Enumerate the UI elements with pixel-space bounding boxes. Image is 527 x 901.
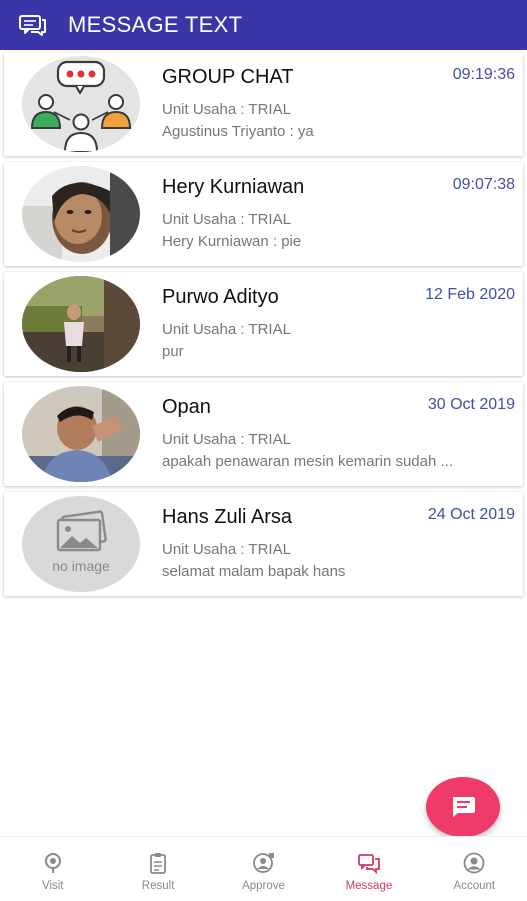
- last-message: apakah penawaran mesin kemarin sudah ...: [162, 453, 454, 470]
- last-message: pur: [162, 343, 184, 360]
- message-time: 30 Oct 2019: [427, 396, 515, 413]
- clipboard-icon: [150, 853, 167, 874]
- last-message: Agustinus Triyanto : ya: [162, 123, 314, 140]
- bottom-navigation: Visit Result Approve Message Account: [0, 836, 527, 901]
- app-bar: MESSAGE TEXT: [0, 0, 527, 50]
- nav-item-approve[interactable]: Approve: [211, 837, 316, 901]
- new-message-icon: [453, 797, 475, 817]
- message-time: 24 Oct 2019: [427, 506, 515, 523]
- nav-label: Account: [453, 880, 496, 892]
- message-time: 09:07:38: [452, 176, 515, 193]
- account-icon: [463, 852, 485, 874]
- last-message: Hery Kurniawan : pie: [162, 233, 302, 250]
- nav-label: Message: [345, 880, 393, 892]
- contact-name: Hans Zuli Arsa: [162, 506, 293, 528]
- message-icon: [358, 854, 380, 874]
- nav-item-message[interactable]: Message: [316, 837, 421, 901]
- conversation-item[interactable]: Hery Kurniawan 09:07:38 Unit Usaha : TRI…: [4, 162, 523, 266]
- page-title: MESSAGE TEXT: [68, 12, 243, 37]
- unit-label: Unit Usaha : TRIAL: [162, 541, 291, 558]
- contact-name: Purwo Adityo: [162, 286, 279, 308]
- new-message-button[interactable]: [426, 777, 500, 837]
- nav-item-result[interactable]: Result: [105, 837, 210, 901]
- message-time: 09:19:36: [452, 66, 515, 83]
- approve-user-icon: [252, 853, 274, 873]
- user-photo: [22, 386, 140, 482]
- conversation-item[interactable]: Opan 30 Oct 2019 Unit Usaha : TRIAL apak…: [4, 382, 523, 486]
- nav-item-account[interactable]: Account: [422, 837, 527, 901]
- group-chat-avatar: [22, 56, 140, 152]
- unit-label: Unit Usaha : TRIAL: [162, 431, 291, 448]
- no-image-label: no image: [52, 558, 110, 574]
- contact-name: Opan: [162, 396, 211, 418]
- nav-label: Result: [141, 880, 175, 892]
- user-photo: [22, 276, 140, 372]
- location-icon: [44, 853, 61, 873]
- conversation-item[interactable]: Purwo Adityo 12 Feb 2020 Unit Usaha : TR…: [4, 272, 523, 376]
- user-photo: [22, 166, 140, 262]
- nav-item-visit[interactable]: Visit: [0, 837, 105, 901]
- unit-label: Unit Usaha : TRIAL: [162, 101, 291, 118]
- message-time: 12 Feb 2020: [425, 286, 515, 303]
- contact-name: Hery Kurniawan: [162, 176, 305, 198]
- conversation-item[interactable]: GROUP CHAT 09:19:36 Unit Usaha : TRIAL A…: [4, 52, 523, 156]
- unit-label: Unit Usaha : TRIAL: [162, 321, 291, 338]
- nav-label: Approve: [242, 880, 285, 892]
- nav-label: Visit: [41, 880, 64, 892]
- chat-icon: [19, 15, 46, 36]
- contact-name: GROUP CHAT: [162, 66, 294, 88]
- unit-label: Unit Usaha : TRIAL: [162, 211, 291, 228]
- conversation-item[interactable]: no image Hans Zuli Arsa 24 Oct 2019 Unit…: [4, 492, 523, 596]
- last-message: selamat malam bapak hans: [162, 563, 346, 580]
- no-image-placeholder: no image: [22, 496, 140, 592]
